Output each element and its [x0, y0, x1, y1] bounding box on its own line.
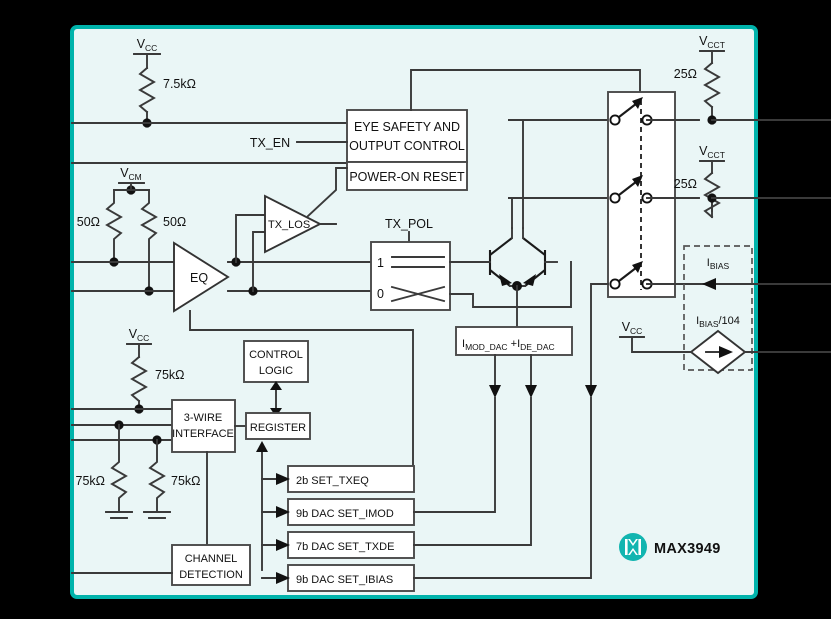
screenshot-root: VCC 7.5kΩ EYE SAFETY AND OUTPUT CONTROL …	[0, 0, 831, 619]
power-on-reset-label: POWER-ON RESET	[349, 170, 465, 184]
max3949-block-diagram: VCC 7.5kΩ EYE SAFETY AND OUTPUT CONTROL …	[0, 0, 831, 619]
tx-en-label: TX_EN	[250, 136, 290, 150]
register-label: REGISTER	[250, 422, 306, 434]
imod-ide-current-source: IMOD_DAC +IDE_DAC	[455, 326, 573, 356]
switch-2-left-post[interactable]	[609, 192, 621, 204]
switch-1-left-post[interactable]	[609, 114, 621, 126]
maxim-logo-icon	[619, 533, 647, 561]
eye-safety-box	[346, 109, 468, 163]
tx-pol-label: TX_POL	[385, 217, 433, 231]
eye-safety-output-control-block: EYE SAFETY AND OUTPUT CONTROL POWER-ON R…	[346, 109, 468, 191]
control-logic-line1: CONTROL	[249, 349, 303, 361]
tx-los-label: TX_LOS	[268, 219, 310, 231]
eye-safety-line1: EYE SAFETY AND	[354, 120, 460, 134]
channel-detection-line1: CHANNEL	[185, 553, 238, 565]
dac-label-txeq: 2b SET_TXEQ	[296, 475, 369, 487]
channel-detection-block: CHANNEL DETECTION	[171, 544, 251, 586]
mux-port-1-label: 1	[377, 256, 384, 270]
three-wire-line2: INTERFACE	[172, 428, 234, 440]
register-block: REGISTER	[245, 412, 311, 440]
three-wire-interface-block: 3-WIRE INTERFACE	[171, 399, 236, 453]
switch-3-left-post[interactable]	[609, 278, 621, 290]
control-logic-block: CONTROL LOGIC	[243, 340, 309, 383]
resistor-75k-a-label: 75kΩ	[76, 474, 106, 488]
dac-label-ibias: 9b DAC SET_IBIAS	[296, 574, 393, 586]
eye-safety-line2: OUTPUT CONTROL	[349, 139, 465, 153]
three-wire-box	[171, 399, 236, 453]
control-logic-line2: LOGIC	[259, 365, 293, 377]
resistor-7k5-label: 7.5kΩ	[163, 77, 196, 91]
resistor-50-right-label: 50Ω	[163, 215, 186, 229]
resistor-75k-pullup-label: 75kΩ	[155, 368, 185, 382]
three-wire-line1: 3-WIRE	[184, 412, 223, 424]
channel-detection-line2: DETECTION	[179, 569, 243, 581]
mux-port-0-label: 0	[377, 287, 384, 301]
dac-label-txde: 7b DAC SET_TXDE	[296, 541, 394, 553]
resistor-75k-b-label: 75kΩ	[171, 474, 201, 488]
dac-label-imod: 9b DAC SET_IMOD	[296, 508, 394, 520]
part-number-label: MAX3949	[654, 541, 721, 557]
eq-label: EQ	[190, 271, 208, 285]
resistor-25-top-label: 25Ω	[674, 67, 697, 81]
resistor-25-bottom-label: 25Ω	[674, 177, 697, 191]
resistor-50-left-label: 50Ω	[77, 215, 100, 229]
